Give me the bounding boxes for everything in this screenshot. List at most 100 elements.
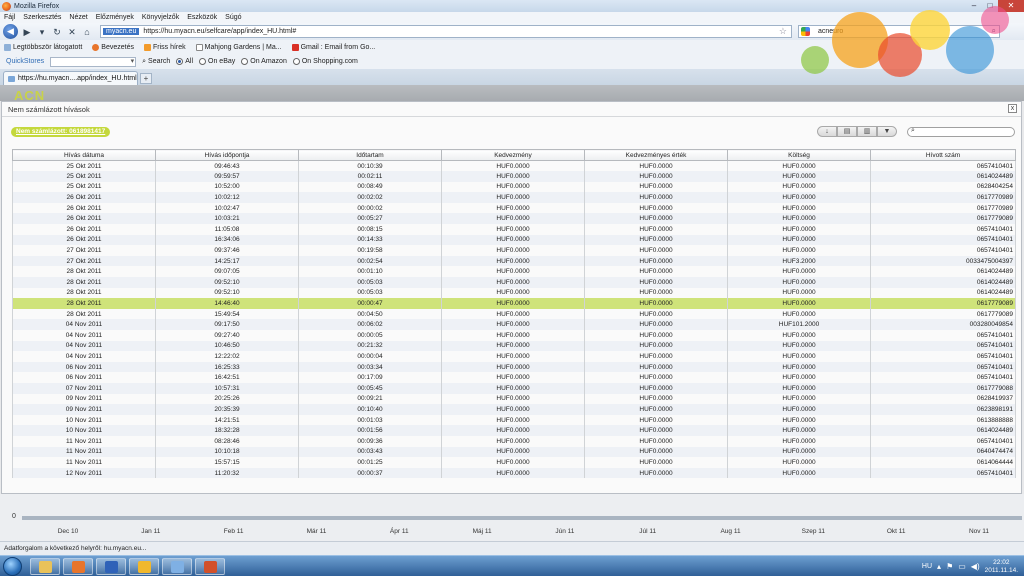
- column-header-discounted-value[interactable]: Kedvezményes érték: [584, 149, 728, 161]
- menu-history[interactable]: Előzmények: [96, 14, 134, 21]
- column-header-call-time[interactable]: Hívás időpontja: [155, 149, 299, 161]
- filter-icon[interactable]: ▼: [877, 126, 897, 137]
- table-row[interactable]: 10 Nov 2011 18:32:28 00:01:56 HUF0.0000 HUF0…: [12, 425, 1016, 436]
- minimize-button[interactable]: –: [966, 0, 982, 12]
- table-row[interactable]: 12 Nov 2011 11:20:32 00:00:37 HUF0.0000 HUF0…: [12, 467, 1016, 479]
- table-row[interactable]: 04 Nov 2011 09:17:50 00:06:02 HUF0.0000 HUF0…: [12, 319, 1016, 330]
- column-header-call-date[interactable]: Hívás dátuma: [12, 149, 156, 161]
- table-row[interactable]: 27 Okt 2011 14:25:17 00:02:54 HUF0.0000 HUF0…: [12, 255, 1016, 267]
- table-row[interactable]: 28 Okt 2011 09:52:10 00:05:03 HUF0.0000 HUF0…: [12, 277, 1016, 288]
- menu-bookmarks[interactable]: Könyvjelzők: [142, 14, 179, 21]
- column-header-discount[interactable]: Kedvezmény: [441, 149, 585, 161]
- search-icon[interactable]: ⌕: [992, 26, 996, 36]
- bookmark-star-icon[interactable]: ☆: [779, 26, 787, 37]
- table-row[interactable]: 28 Okt 2011 14:46:40 00:00:47 HUF0.0000 HUF0…: [12, 298, 1016, 309]
- search-input[interactable]: acneuro: [818, 28, 843, 35]
- table-row[interactable]: 28 Okt 2011 09:07:05 00:01:10 HUF0.0000 HUF0…: [12, 266, 1016, 278]
- chart-icon[interactable]: ▥: [857, 126, 877, 137]
- table-search-input[interactable]: ⌕: [907, 127, 1015, 137]
- download-icon[interactable]: ↓: [817, 126, 837, 137]
- bookmark-mahjong[interactable]: Mahjong Gardens | Ma...: [195, 43, 282, 51]
- maximize-button[interactable]: □: [982, 0, 998, 12]
- search-engine-icon[interactable]: [801, 27, 810, 36]
- volume-icon[interactable]: ◀): [971, 562, 980, 571]
- bookmark-gmail[interactable]: Gmail : Email from Go...: [291, 43, 375, 51]
- table-row[interactable]: 06 Nov 2011 16:42:51 00:17:09 HUF0.0000 HUF0…: [12, 372, 1016, 383]
- search-bar[interactable]: acneuro ⌕: [798, 25, 1000, 38]
- table-row[interactable]: 04 Nov 2011 12:22:02 00:00:04 HUF0.0000 HUF0…: [12, 351, 1016, 362]
- table-row[interactable]: 11 Nov 2011 08:28:46 00:09:36 HUF0.0000 HUF0…: [12, 435, 1016, 447]
- menu-view[interactable]: Nézet: [69, 14, 87, 21]
- table-row[interactable]: 09 Nov 2011 20:25:26 00:09:21 HUF0.0000 HUF0…: [12, 393, 1016, 405]
- stop-icon[interactable]: ✕: [66, 26, 78, 38]
- radio[interactable]: [292, 58, 300, 65]
- table-row[interactable]: 26 Okt 2011 10:02:12 00:02:02 HUF0.0000 HUF0…: [12, 192, 1016, 203]
- forward-button[interactable]: ▶: [21, 26, 33, 38]
- history-dropdown-icon[interactable]: ▾: [36, 26, 48, 38]
- table-row[interactable]: 28 Okt 2011 09:52:10 00:05:03 HUF0.0000 HUF0…: [12, 287, 1016, 299]
- back-button[interactable]: ◀: [3, 24, 18, 39]
- close-window-button[interactable]: ✕: [998, 0, 1024, 12]
- table-row[interactable]: 26 Okt 2011 11:05:08 00:08:15 HUF0.0000 HUF0…: [12, 224, 1016, 235]
- site-identity-badge[interactable]: myacn.eu: [103, 28, 140, 35]
- radio-selected[interactable]: [176, 58, 184, 65]
- column-header-cost[interactable]: Költség: [727, 149, 871, 161]
- url-bar[interactable]: myacn.eu https://hu.myacn.eu/selfcare/ap…: [100, 25, 792, 38]
- unbilled-number-badge[interactable]: Nem számlázott: 0618981417: [11, 127, 111, 137]
- table-row[interactable]: 04 Nov 2011 09:27:40 00:00:05 HUF0.0000 HUF0…: [12, 330, 1016, 341]
- table-row[interactable]: 26 Okt 2011 10:03:21 00:05:27 HUF0.0000 HUF0…: [12, 213, 1016, 225]
- taskbar-firefox-button[interactable]: [63, 558, 93, 575]
- quickstores-option-amazon[interactable]: On Amazon: [241, 58, 287, 65]
- quickstores-input[interactable]: [50, 56, 137, 67]
- print-icon[interactable]: ▤: [837, 126, 857, 137]
- language-indicator[interactable]: HU: [922, 563, 932, 570]
- menu-edit[interactable]: Szerkesztés: [23, 14, 61, 21]
- reload-icon[interactable]: ↻: [51, 26, 63, 38]
- menu-help[interactable]: Súgó: [225, 14, 241, 21]
- table-row[interactable]: 25 Okt 2011 09:59:57 00:02:11 HUF0.0000 HUF0…: [12, 171, 1016, 182]
- bookmark-most-visited[interactable]: Legtöbbször látogatott: [4, 43, 82, 51]
- radio[interactable]: [241, 58, 249, 65]
- table-row[interactable]: 11 Nov 2011 15:57:15 00:01:25 HUF0.0000 HUF0…: [12, 457, 1016, 468]
- network-icon[interactable]: ▭: [958, 562, 966, 571]
- start-button[interactable]: [3, 557, 22, 576]
- table-row[interactable]: 26 Okt 2011 16:34:06 00:14:33 HUF0.0000 HUF0…: [12, 234, 1016, 246]
- quickstores-option-ebay[interactable]: On eBay: [199, 58, 235, 65]
- table-row[interactable]: 25 Okt 2011 09:46:43 00:10:39 HUF0.0000 HUF0…: [12, 160, 1016, 172]
- tab-active[interactable]: https://hu.myacn....app/index_HU.html: [3, 71, 138, 85]
- taskbar-paint-button[interactable]: [162, 558, 192, 575]
- bookmark-getting-started[interactable]: Bevezetés: [92, 43, 134, 51]
- taskbar-powerpoint-button[interactable]: [195, 558, 225, 575]
- table-row[interactable]: 07 Nov 2011 10:57:31 00:05:45 HUF0.0000 HUF0…: [12, 382, 1016, 394]
- table-row[interactable]: 25 Okt 2011 10:52:00 00:08:49 HUF0.0000 HUF0…: [12, 181, 1016, 193]
- taskbar-explorer-button[interactable]: [30, 558, 60, 575]
- timeline-track[interactable]: [22, 516, 1022, 520]
- new-tab-button[interactable]: +: [140, 73, 152, 84]
- quickstores-option-shopping[interactable]: On Shopping.com: [292, 58, 358, 65]
- url-text[interactable]: https://hu.myacn.eu/selfcare/app/index_H…: [143, 28, 296, 35]
- quickstores-search-button[interactable]: ⌕ Search: [142, 58, 170, 66]
- table-row[interactable]: 11 Nov 2011 10:10:18 00:03:43 HUF0.0000 HUF0…: [12, 446, 1016, 458]
- clock[interactable]: 22:02 2011.11.14.: [985, 559, 1018, 575]
- table-row[interactable]: 28 Okt 2011 15:49:54 00:04:50 HUF0.0000 HUF0…: [12, 308, 1016, 320]
- taskbar-outlook-button[interactable]: [129, 558, 159, 575]
- radio[interactable]: [199, 58, 207, 65]
- column-header-called-number[interactable]: Hívott szám: [870, 149, 1016, 161]
- column-header-duration[interactable]: Időtartam: [298, 149, 442, 161]
- table-row[interactable]: 06 Nov 2011 16:25:33 00:03:34 HUF0.0000 HUF0…: [12, 361, 1016, 373]
- table-row[interactable]: 09 Nov 2011 20:35:39 00:10:40 HUF0.0000 HUF0…: [12, 404, 1016, 415]
- flag-icon[interactable]: ⚑: [946, 562, 953, 571]
- table-row[interactable]: 26 Okt 2011 10:02:47 00:00:02 HUF0.0000 HUF0…: [12, 202, 1016, 214]
- quickstores-option-all[interactable]: All: [176, 58, 193, 65]
- table-row[interactable]: 10 Nov 2011 14:21:51 00:01:03 HUF0.0000 HUF0…: [12, 414, 1016, 426]
- menu-tools[interactable]: Eszközök: [187, 14, 217, 21]
- arrow-up-icon[interactable]: ▴: [937, 562, 941, 571]
- home-icon[interactable]: ⌂: [81, 26, 93, 38]
- taskbar-word-button[interactable]: [96, 558, 126, 575]
- quickstores-logo[interactable]: QuickStores: [6, 58, 44, 65]
- table-row[interactable]: 27 Okt 2011 09:37:46 00:19:58 HUF0.0000 HUF0…: [12, 245, 1016, 256]
- table-row[interactable]: 04 Nov 2011 10:46:50 00:21:32 HUF0.0000 HUF0…: [12, 340, 1016, 352]
- bookmark-latest-news[interactable]: Friss hírek: [143, 43, 186, 51]
- dialog-close-button[interactable]: x: [1008, 104, 1017, 113]
- menu-file[interactable]: Fájl: [4, 14, 15, 21]
